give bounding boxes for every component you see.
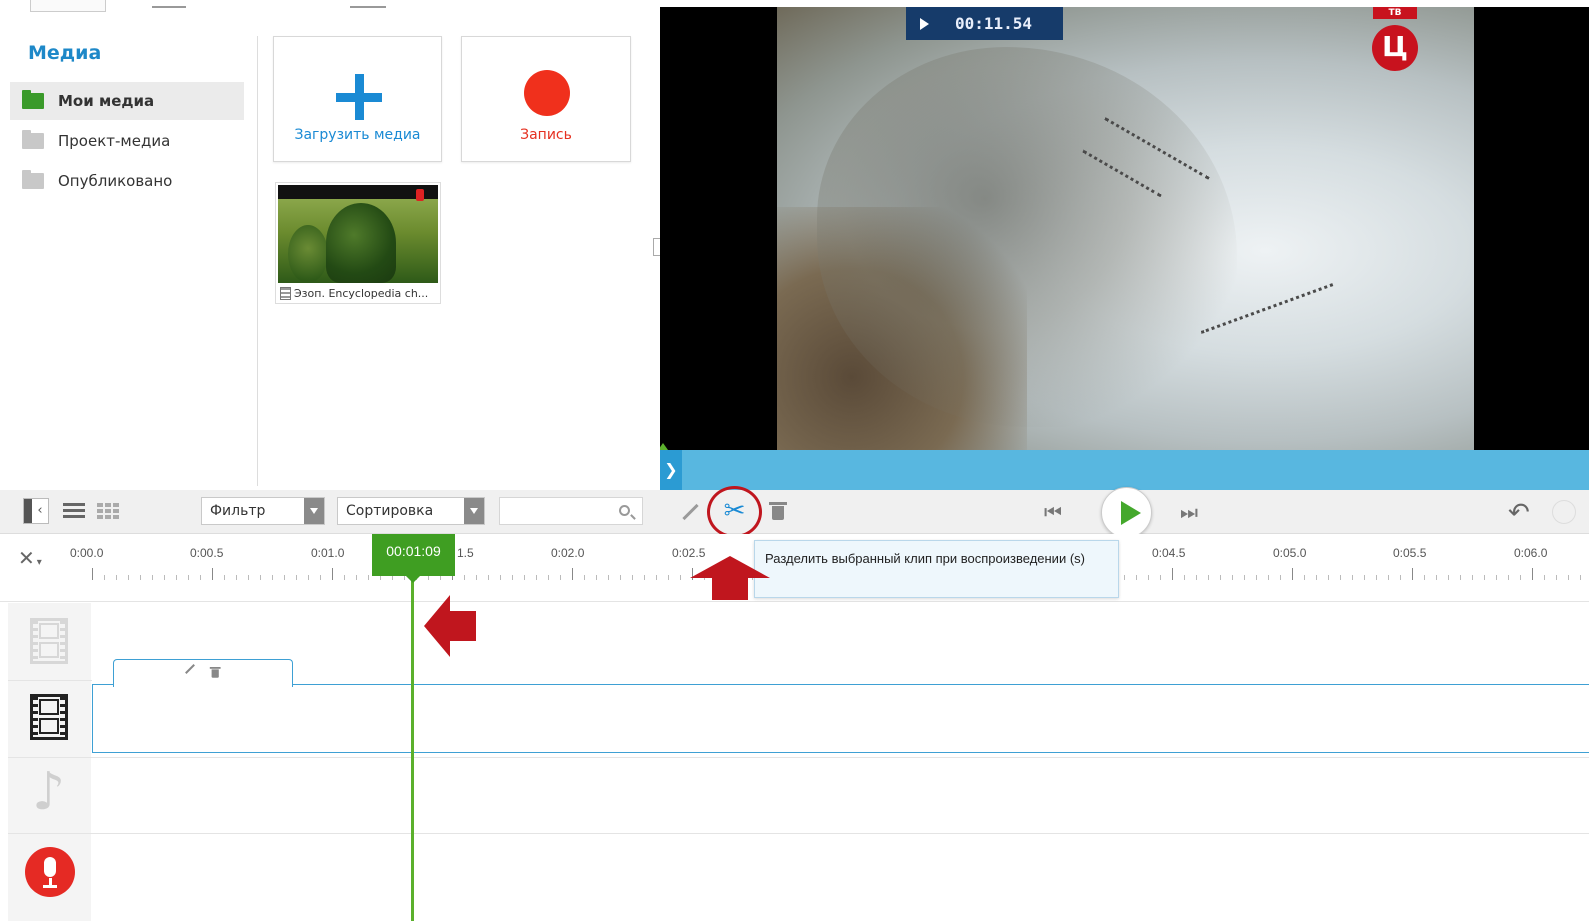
grid-view-icon[interactable] [97,503,119,519]
undo-button[interactable]: ↶ [1508,498,1530,528]
search-icon[interactable] [619,505,630,516]
video-preview[interactable]: 00:11.54 ТВ Ц ❯ [660,7,1589,490]
nav-project-media[interactable]: Проект-медиа [10,122,244,160]
top-tab-divider [152,6,186,8]
upload-media-button[interactable]: Загрузить медиа [273,36,442,162]
overlay-track-icon[interactable] [30,618,68,664]
media-nav: Мои медиа Проект-медиа Опубликовано [10,82,244,202]
split-clip-button[interactable]: ✂ [707,486,762,538]
record-button[interactable]: Запись [461,36,631,162]
skip-forward-button[interactable]: ⏭ [1180,500,1198,524]
tv-logo-top: ТВ [1373,7,1417,19]
film-icon [280,287,291,300]
tick-label: 0:00.5 [190,546,224,560]
thumbnail-title: Эзоп. Encyclopedia ch... [294,287,429,300]
delete-clip-icon[interactable] [209,667,221,678]
video-frame [777,7,1474,450]
tools-icon: ✕ [18,546,35,570]
media-panel: Медиа Мои медиа Проект-медиа Опубликован… [0,0,660,490]
nav-published[interactable]: Опубликовано [10,162,244,200]
thumbnail-caption: Эзоп. Encyclopedia ch... [280,287,428,300]
tv-channel-logo: Ц [1372,25,1418,71]
top-tab[interactable] [30,0,106,12]
tick-label: 0:02.0 [551,546,585,560]
play-indicator-icon [920,17,929,30]
folder-icon [22,90,44,109]
nav-project-media-label: Проект-медиа [58,132,171,150]
thumbnail-image [278,185,438,283]
panel-divider [257,36,258,486]
record-icon [524,70,570,116]
media-title: Медиа [28,42,102,64]
video-editor: Медиа Мои медиа Проект-медиа Опубликован… [0,0,1589,921]
video-track-icon[interactable] [30,694,68,740]
media-thumbnail[interactable]: Эзоп. Encyclopedia ch... [275,182,441,304]
sort-label: Сортировка [346,503,434,519]
folder-icon [22,170,44,189]
tick-label: 0:06.0 [1514,546,1548,560]
timecode-text: 00:11.54 [955,14,1033,33]
audio-track-icon[interactable]: ♪ [32,766,65,818]
redo-button[interactable] [1552,500,1576,524]
tick-label: 0:05.5 [1393,546,1427,560]
search-input[interactable] [500,498,610,524]
tick-label: 0:01.0 [311,546,345,560]
progress-marker [660,443,668,450]
annotation-arrow-up [690,556,770,600]
progress-handle[interactable]: ❯ [660,450,682,490]
track-divider [8,833,1589,834]
annotation-arrow-left [424,595,476,657]
tick-label: 1.5 [457,546,474,560]
chevron-down-icon [304,498,324,524]
playhead-time[interactable]: 00:01:09 [372,534,455,583]
edit-clip-icon[interactable] [185,664,195,674]
delete-trash-icon[interactable] [769,502,787,520]
video-clip[interactable] [92,684,1589,753]
list-view-icon[interactable] [63,503,85,519]
skip-back-button[interactable]: ⏮ [1044,500,1062,524]
tick-label: 0:00.0 [70,546,104,560]
plus-icon [336,74,382,120]
nav-my-media[interactable]: Мои медиа [10,82,244,120]
nav-published-label: Опубликовано [58,172,173,190]
preview-progress-bar[interactable]: ❯ [660,450,1589,490]
filter-dropdown[interactable]: Фильтр [201,497,325,525]
split-tooltip: Разделить выбранный клип при воспроизвед… [754,540,1119,598]
nav-my-media-label: Мои медиа [58,92,155,110]
chevron-down-icon [464,498,484,524]
library-toolbar: ‹ Фильтр Сортировка [0,490,660,534]
video-timecode: 00:11.54 [906,7,1063,40]
folder-icon [22,130,44,149]
upload-media-label: Загрузить медиа [294,127,421,143]
tick-label: 0:05.0 [1273,546,1307,560]
timeline-tools-menu[interactable]: ✕ ▾ [18,546,42,570]
playhead-line[interactable] [411,576,414,921]
track-divider [8,680,92,681]
clip-handle[interactable] [113,659,293,687]
top-tab-strip [0,0,660,14]
record-label: Запись [520,127,572,143]
tick-label: 0:04.5 [1152,546,1186,560]
timeline-toolbar: ‹ Фильтр Сортировка [0,490,1589,534]
top-tab-divider [350,6,386,8]
collapse-panel-button[interactable]: ‹ [23,498,49,524]
sort-dropdown[interactable]: Сортировка [337,497,485,525]
search-box [499,497,643,525]
delete-badge-icon[interactable] [416,189,424,201]
chevron-left-icon: ‹ [37,503,43,518]
edit-pencil-icon[interactable] [681,502,701,522]
microphone-record-button[interactable] [25,847,75,897]
filter-label: Фильтр [210,503,266,519]
track-divider [8,757,1589,758]
play-button[interactable] [1101,487,1152,538]
